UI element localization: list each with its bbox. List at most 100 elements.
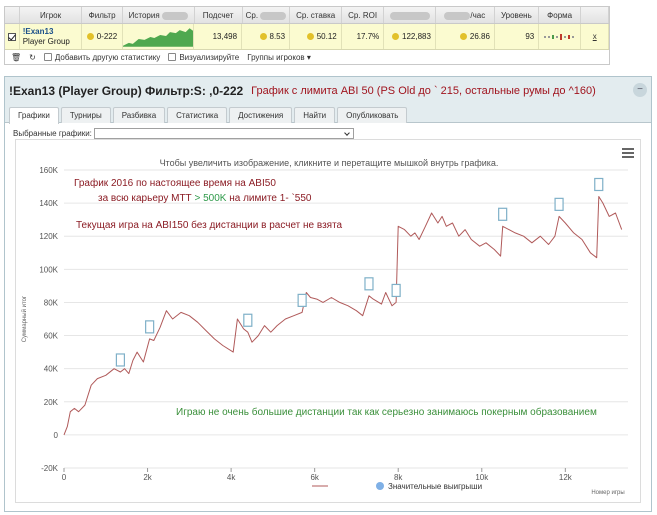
- header-player[interactable]: Игрок: [20, 7, 83, 23]
- significant-win-marker: [243, 313, 253, 327]
- annotation-period: График 2016 по настоящее время на ABI50: [74, 178, 276, 189]
- table-row[interactable]: !Exan13 Player Group 0-222 13,498 8.53 5…: [5, 24, 609, 50]
- panel-header: !Exan13 (Player Group) Фильтр:S: ,0-222 …: [5, 77, 651, 104]
- form-bars: [543, 33, 574, 40]
- chart-select-label: Выбранные графики:: [13, 128, 92, 138]
- y-tick-label: 40K: [44, 365, 59, 374]
- tab-charts[interactable]: Графики: [9, 107, 59, 124]
- significant-win-marker: [554, 197, 564, 211]
- add-stats-button[interactable]: Добавить другую статистику: [43, 53, 160, 62]
- form-link-cell[interactable]: x: [581, 24, 609, 49]
- player-group: Player Group: [22, 36, 70, 46]
- sparkline-chart: [122, 27, 194, 47]
- refresh-icon[interactable]: ↻: [29, 53, 36, 62]
- form-indicator: [539, 24, 582, 49]
- visualize-button[interactable]: Визуализируйте: [168, 53, 239, 62]
- legend-label: Значительные выигрыши: [388, 482, 482, 491]
- filter-value: 0-222: [96, 32, 118, 41]
- x-tick-label: 8k: [394, 473, 403, 482]
- avg-roi-value: 17.7%: [342, 24, 385, 49]
- stats-table-header: Игрок Фильтр История Подсчет Ср. Ср. ста…: [5, 7, 609, 24]
- tab-tournaments[interactable]: Турниры: [60, 107, 111, 123]
- trash-icon[interactable]: 🗑: [11, 53, 21, 62]
- header-select: [5, 7, 20, 23]
- chart-container[interactable]: -20K 0 20K 40K 60K 80K 100K 120K 140K 160K 0 2k 4k 6k…: [15, 139, 641, 503]
- close-button[interactable]: −: [633, 83, 647, 97]
- y-axis-title: Суммарный итог: [21, 295, 28, 342]
- tab-find[interactable]: Найти: [294, 107, 336, 123]
- significant-win-marker: [391, 283, 401, 298]
- tab-statistics[interactable]: Статистика: [167, 107, 228, 123]
- header-count[interactable]: Подсчет: [195, 7, 243, 23]
- significant-win-marker: [364, 277, 374, 291]
- series-line: [63, 196, 623, 436]
- coin-icon: [392, 33, 400, 40]
- x-tick-label: 2k: [143, 473, 152, 482]
- header-per-hour[interactable]: /час: [436, 7, 495, 23]
- significant-win-marker: [594, 177, 604, 192]
- coin-icon: [259, 33, 267, 40]
- row-checkbox[interactable]: [7, 32, 16, 41]
- coin-icon: [459, 33, 467, 40]
- filter-icon: [86, 33, 94, 40]
- player-panel: !Exan13 (Player Group) Фильтр:S: ,0-222 …: [4, 76, 652, 512]
- x-tick-label: 4k: [227, 473, 236, 482]
- header-avg[interactable]: Ср.: [243, 7, 291, 23]
- level-value: 93: [495, 24, 540, 49]
- player-name[interactable]: !Exan13: [23, 27, 54, 37]
- significant-win-marker: [145, 320, 155, 334]
- header-history[interactable]: История: [123, 7, 195, 23]
- y-tick-label: 0: [54, 431, 59, 440]
- header-avg-stake[interactable]: Ср. ставка: [290, 7, 342, 23]
- count-value: 13,498: [194, 24, 243, 49]
- y-tick-label: 20K: [44, 398, 59, 407]
- history-sparkline: [122, 24, 195, 49]
- image-icon: [168, 53, 177, 62]
- legend-dot: [376, 482, 384, 490]
- per-hour-value: 26.86: [436, 24, 495, 49]
- row-checkbox-cell[interactable]: [5, 24, 20, 49]
- significant-win-marker: [115, 353, 126, 367]
- header-extra: [581, 7, 609, 23]
- x-tick-label: 0: [62, 473, 67, 482]
- x-tick-label: 12k: [559, 473, 573, 482]
- header-level[interactable]: Уровень: [495, 7, 539, 23]
- x-tick-label: 10k: [475, 473, 489, 482]
- header-filter[interactable]: Фильтр: [82, 7, 123, 23]
- panel-note: График с лимита ABI 50 (PS Old до ` 215,…: [251, 84, 596, 97]
- y-tick-label: 100K: [39, 265, 58, 274]
- stats-toolbar: 🗑 ↻ Добавить другую статистику Визуализи…: [5, 50, 609, 64]
- coin-icon: [306, 33, 314, 40]
- significant-win-marker: [297, 293, 307, 307]
- y-tick-label: 80K: [44, 298, 59, 307]
- x-tick-label: 6k: [310, 473, 319, 482]
- page-title: !Exan13 (Player Group) Фильтр:S: ,0-222: [9, 83, 244, 98]
- player-cell[interactable]: !Exan13 Player Group: [20, 24, 83, 49]
- avg-stake-value: 50.12: [290, 24, 342, 49]
- player-groups-dropdown[interactable]: Группы игроков ▾: [247, 53, 311, 62]
- plus-icon: [43, 53, 52, 62]
- profit-value: 122,883: [384, 24, 436, 49]
- filter-cell[interactable]: 0-222: [82, 24, 123, 49]
- y-tick-label: 60K: [44, 332, 59, 341]
- annotation-current: Текущая игра на ABI150 без дистанции в р…: [76, 220, 343, 231]
- chart-hint: Чтобы увеличить изображение, кликните и …: [159, 158, 499, 168]
- tab-bar: Графики Турниры Разбивка Статистика Дост…: [5, 104, 651, 124]
- stats-table: Игрок Фильтр История Подсчет Ср. Ср. ста…: [4, 6, 610, 65]
- x-axis-title: Номер игры: [591, 490, 624, 496]
- tab-achievements[interactable]: Достижения: [229, 107, 293, 123]
- header-form[interactable]: Форма: [539, 7, 582, 23]
- significant-win-marker: [498, 207, 508, 221]
- y-tick-label: 140K: [39, 199, 58, 208]
- chart-select[interactable]: [93, 127, 354, 139]
- chart-select-row: Выбранные графики:: [5, 126, 651, 140]
- annotation-career: за всю карьеру МТТ > 500K на лимите 1- `…: [98, 193, 312, 204]
- avg-value: 8.53: [242, 24, 291, 49]
- annotation-education: Играю не очень большие дистанции так как…: [176, 407, 597, 418]
- tab-breakdown[interactable]: Разбивка: [112, 107, 166, 123]
- header-avg-roi[interactable]: Ср. ROI: [342, 7, 385, 23]
- y-tick-label: -20K: [41, 464, 59, 473]
- tab-publish[interactable]: Опубликовать: [337, 107, 408, 123]
- form-link[interactable]: x: [593, 32, 597, 41]
- header-hidden[interactable]: [384, 7, 436, 23]
